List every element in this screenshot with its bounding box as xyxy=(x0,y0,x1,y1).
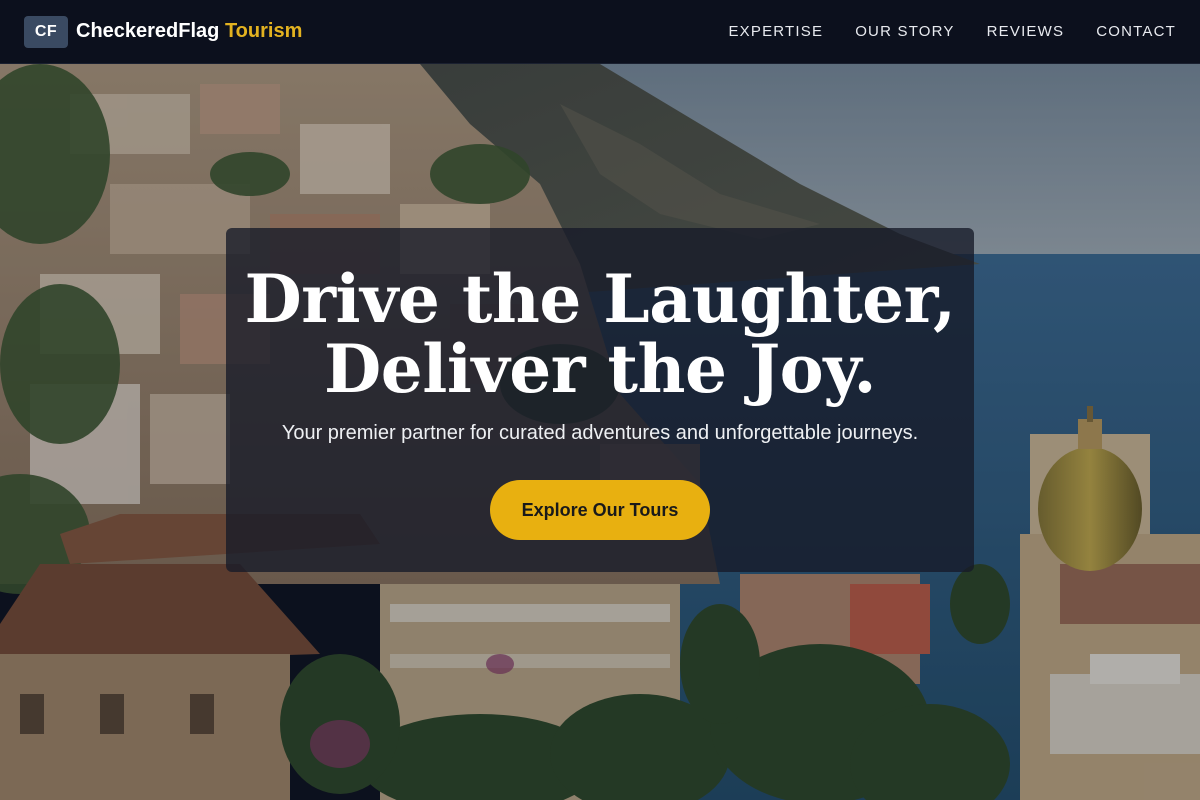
hero-subtitle: Your premier partner for curated adventu… xyxy=(281,422,919,444)
nav-link-reviews[interactable]: REVIEWS xyxy=(987,23,1065,40)
brand-name-accent: Tourism xyxy=(224,20,303,42)
explore-tours-button[interactable]: Explore Our Tours xyxy=(490,480,710,540)
brand-badge: CF xyxy=(24,15,68,48)
hero-headline: Drive the Laughter, Deliver the Joy. xyxy=(226,264,974,404)
hero-card: Drive the Laughter, Deliver the Joy. You… xyxy=(226,228,974,572)
main-nav: EXPERTISE OUR STORY REVIEWS CONTACT xyxy=(728,23,1176,40)
hero-headline-line-1: Drive the Laughter, xyxy=(244,260,956,338)
brand-name-main: CheckeredFlag xyxy=(76,20,220,42)
hero-headline-line-2: Deliver the Joy. xyxy=(324,330,876,408)
hero-section: Drive the Laughter, Deliver the Joy. You… xyxy=(0,64,1200,800)
nav-link-contact[interactable]: CONTACT xyxy=(1096,23,1176,40)
brand-logo[interactable]: CF CheckeredFlag Tourism xyxy=(24,15,302,48)
nav-link-our-story[interactable]: OUR STORY xyxy=(855,23,954,40)
site-header: CF CheckeredFlag Tourism EXPERTISE OUR S… xyxy=(0,0,1200,64)
brand-name: CheckeredFlag Tourism xyxy=(76,20,302,43)
nav-link-expertise[interactable]: EXPERTISE xyxy=(728,23,823,40)
